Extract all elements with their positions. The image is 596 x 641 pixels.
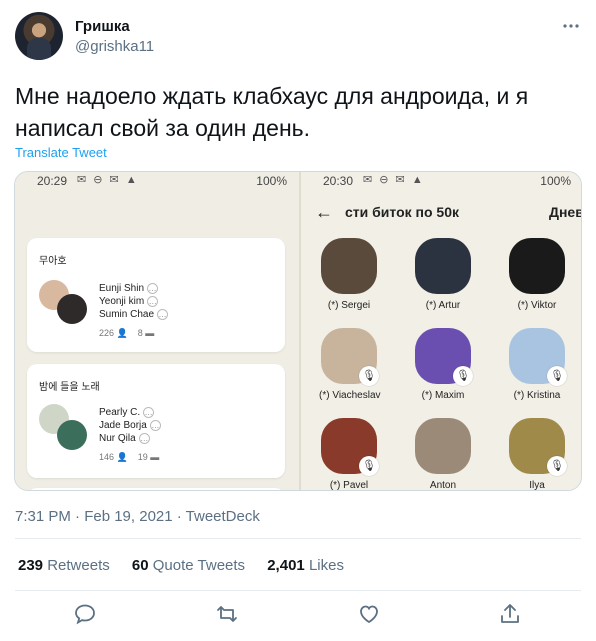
- divider: [15, 590, 581, 591]
- quotes-count: 60: [131, 557, 149, 574]
- listener-count: 146: [99, 452, 115, 462]
- status-icons: ✉ ⊖ ✉ ▲: [77, 174, 139, 186]
- share-icon[interactable]: [498, 602, 522, 626]
- participant-name: (*) Viacheslav: [319, 390, 381, 401]
- participant-avatar: 🎙: [509, 418, 567, 476]
- participant[interactable]: (*) Viktor: [507, 238, 567, 311]
- participant-avatar: [415, 418, 471, 474]
- status-time: 20:29: [37, 174, 68, 188]
- author-name[interactable]: Гришка: [75, 18, 130, 35]
- participant-avatar: [415, 238, 471, 294]
- likes-label: Likes: [308, 557, 344, 574]
- likes-stat[interactable]: 2,401 Likes: [267, 557, 344, 574]
- tweet-meta[interactable]: 7:31 PM · Feb 19, 2021 · TweetDeck: [15, 508, 260, 525]
- status-battery: 100%: [256, 174, 287, 188]
- divider: [15, 538, 581, 539]
- author-avatar[interactable]: [15, 12, 63, 60]
- status-time: 20:30: [323, 174, 354, 188]
- room-counts: 226 👤 8 ▬: [99, 328, 155, 338]
- speaker-list: Eunji Shin… Yeonji kim… Sumin Chae…: [99, 283, 169, 320]
- room-title: 무아호: [39, 256, 67, 267]
- author-handle[interactable]: @grishka11: [75, 38, 154, 55]
- reply-icon[interactable]: [73, 602, 97, 626]
- participant-name: (*) Pavel: [329, 480, 369, 491]
- participant[interactable]: 🎙 (*) Pavel: [319, 418, 379, 491]
- back-arrow-icon[interactable]: ←: [315, 202, 333, 223]
- screenshot-right: 20:30 ✉ ⊖ ✉ ▲ 100% ← сти биток по 50к Дн…: [299, 172, 582, 491]
- speaker-name: Sumin Chae: [99, 309, 155, 320]
- participant[interactable]: Anton: [413, 418, 473, 491]
- status-bar: 20:29 ✉ ⊖ ✉ ▲ 100%: [15, 172, 299, 190]
- room-card[interactable]: 무아호 Eunji Shin… Yeonji kim… Sumin Chae… …: [27, 238, 285, 352]
- speaker-avatar: [57, 420, 87, 450]
- tweet-media[interactable]: 20:29 ✉ ⊖ ✉ ▲ 100% 무아호 Eunji Shin… Yeonj…: [14, 171, 582, 491]
- participant-name: (*) Maxim: [421, 390, 465, 401]
- room-toolbar: ← сти биток по 50к Днев: [301, 190, 582, 234]
- speaker-count: 8: [137, 328, 143, 338]
- participant-avatar: [321, 238, 377, 294]
- participant-name: (*) Sergei: [327, 300, 371, 311]
- action-bar: [0, 600, 596, 630]
- participant-name: Ilya: [529, 480, 545, 491]
- participant-name: (*) Artur: [425, 300, 461, 311]
- screenshot-left: 20:29 ✉ ⊖ ✉ ▲ 100% 무아호 Eunji Shin… Yeonj…: [15, 172, 299, 490]
- status-battery: 100%: [540, 174, 571, 188]
- speaker-name: Jade Borja: [99, 420, 147, 431]
- participant-avatar: 🎙: [415, 328, 473, 386]
- more-icon[interactable]: [561, 16, 581, 41]
- participant-avatar: 🎙: [321, 328, 379, 386]
- participant-name: Anton: [429, 480, 457, 491]
- retweet-icon[interactable]: [215, 602, 239, 626]
- speaker-list: Pearly C.… Jade Borja… Nur Qila…: [99, 407, 161, 444]
- tweet-stats: 239 Retweets 60 Quote Tweets 2,401 Likes: [18, 557, 362, 574]
- retweets-stat[interactable]: 239 Retweets: [18, 557, 110, 574]
- participant-avatar: [509, 238, 565, 294]
- status-icons: ✉ ⊖ ✉ ▲: [363, 174, 425, 186]
- participant[interactable]: 🎙 (*) Viacheslav: [319, 328, 381, 401]
- participant-name: (*) Viktor: [517, 300, 557, 311]
- room-card[interactable]: 밤에 들을 노래 Pearly C.… Jade Borja… Nur Qila…: [27, 364, 285, 478]
- participant-name: (*) Kristina: [513, 390, 561, 401]
- participant[interactable]: 🎙 Ilya: [507, 418, 567, 491]
- room-card[interactable]: [27, 488, 285, 490]
- room-title: сти биток по 50к: [345, 204, 459, 220]
- participant[interactable]: 🎙 (*) Kristina: [507, 328, 567, 401]
- mic-muted-icon: 🎙: [453, 366, 473, 386]
- speaker-name: Nur Qila: [99, 433, 136, 444]
- participant[interactable]: (*) Sergei: [319, 238, 379, 311]
- quotes-label: Quote Tweets: [152, 557, 246, 574]
- speaker-avatar: [57, 294, 87, 324]
- speaker-name: Yeonji kim: [99, 296, 145, 307]
- room-title: 밤에 들을 노래: [39, 382, 100, 393]
- tweet-header: Гришка @grishka11: [15, 12, 581, 64]
- status-bar: 20:30 ✉ ⊖ ✉ ▲ 100%: [301, 172, 581, 190]
- mic-muted-icon: 🎙: [359, 366, 379, 386]
- like-icon[interactable]: [357, 602, 381, 626]
- retweets-count: 239: [18, 557, 44, 574]
- quote-tweets-stat[interactable]: 60 Quote Tweets: [132, 557, 245, 574]
- tweet-text: Мне надоело ждать клабхаус для андроида,…: [15, 83, 529, 141]
- mic-muted-icon: 🎙: [547, 456, 567, 476]
- participant[interactable]: 🎙 (*) Maxim: [413, 328, 473, 401]
- translate-tweet-link[interactable]: Translate Tweet: [15, 145, 107, 160]
- mic-muted-icon: 🎙: [547, 366, 567, 386]
- speaker-name: Pearly C.: [99, 407, 141, 418]
- room-title-next: Днев: [549, 204, 582, 220]
- room-counts: 146 👤 19 ▬: [99, 452, 160, 462]
- speaker-count: 19: [137, 452, 148, 462]
- participant-avatar: 🎙: [509, 328, 567, 386]
- retweets-label: Retweets: [47, 557, 110, 574]
- participant-avatar: 🎙: [321, 418, 379, 476]
- speaker-name: Eunji Shin: [99, 283, 145, 294]
- likes-count: 2,401: [267, 557, 305, 574]
- listener-count: 226: [99, 328, 115, 338]
- participant[interactable]: (*) Artur: [413, 238, 473, 311]
- mic-muted-icon: 🎙: [359, 456, 379, 476]
